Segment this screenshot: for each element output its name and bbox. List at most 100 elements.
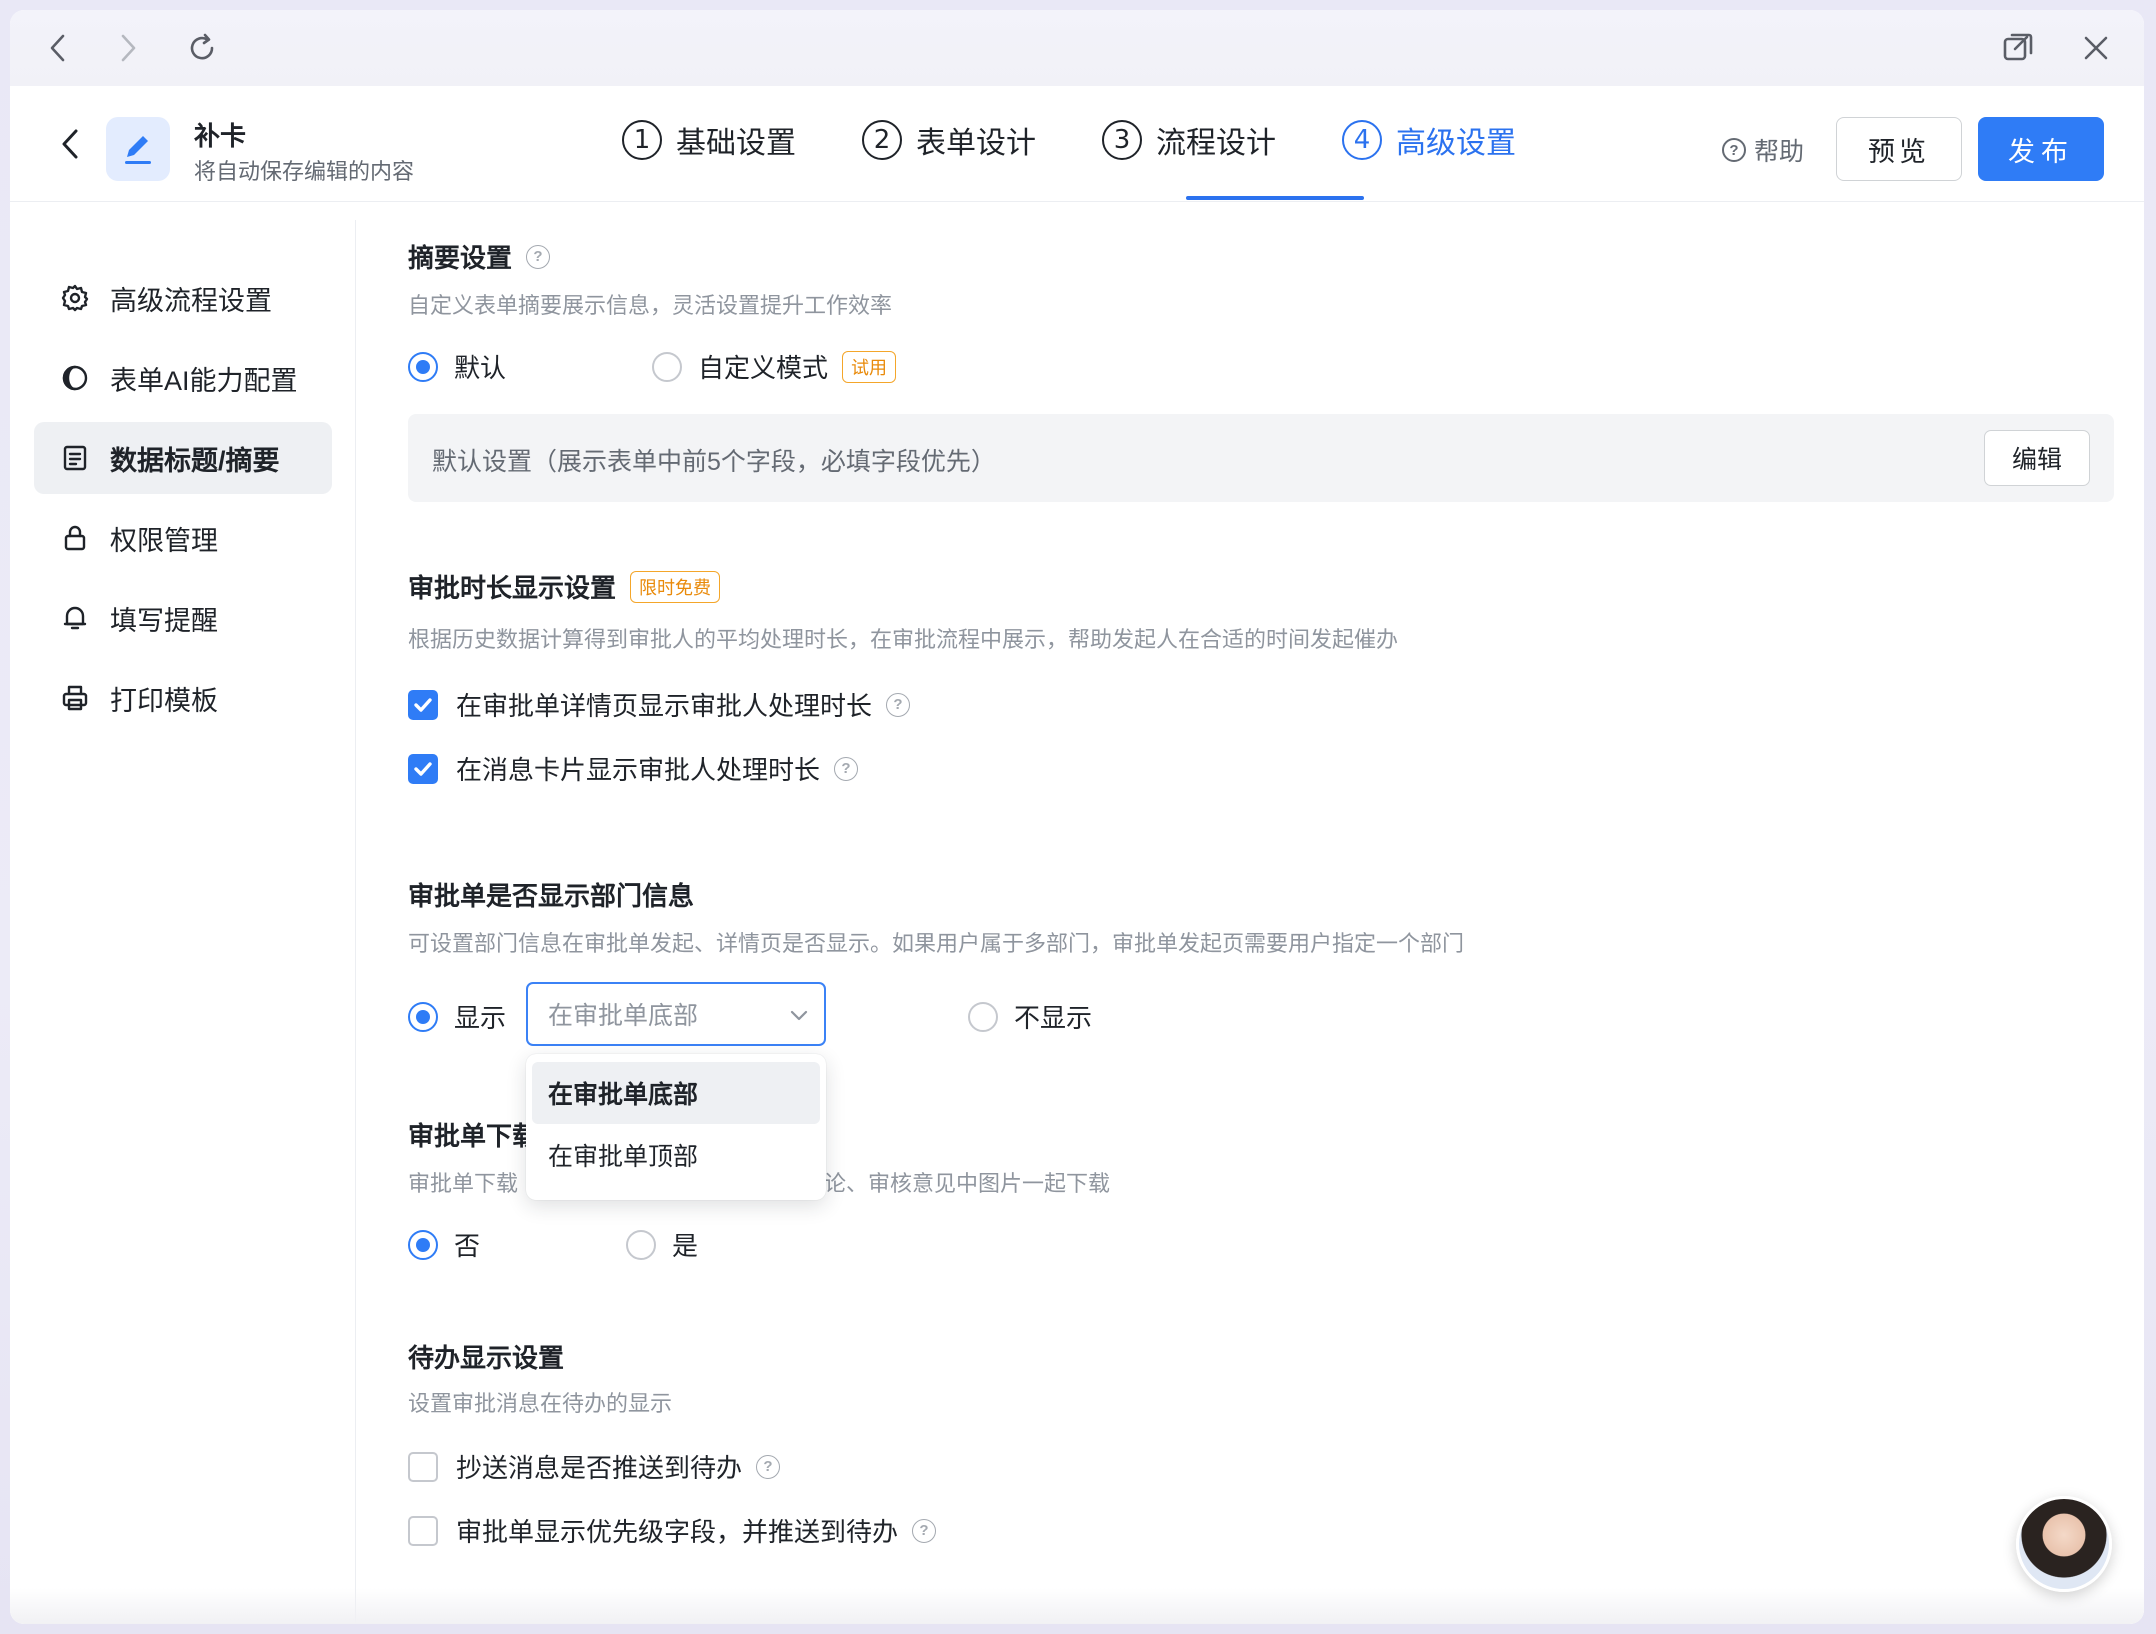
question-icon[interactable]: ? <box>912 1518 937 1543</box>
sidebar-item-advanced-process[interactable]: 高级流程设置 <box>34 262 332 334</box>
todo-section-title: 待办显示设置 <box>408 1338 564 1375</box>
checkbox-box <box>408 1515 438 1546</box>
sidebar-item-data-title-summary[interactable]: 数据标题/摘要 <box>34 422 332 494</box>
sidebar-item-label: 打印模板 <box>110 685 218 716</box>
close-icon[interactable] <box>2078 30 2114 66</box>
select-value: 在审批单底部 <box>548 1002 699 1030</box>
section-title-text: 审批单下载 <box>408 1121 539 1151</box>
radio-label: 自定义模式 <box>698 353 829 383</box>
settings-sidebar: 高级流程设置 表单AI能力配置 数据标题/摘要 权限管理 填写提醒 打印模板 <box>10 220 356 1624</box>
browser-forward-icon[interactable] <box>110 30 146 66</box>
checkbox-label: 审批单显示优先级字段，并推送到待办 <box>456 1517 899 1547</box>
sidebar-item-fill-reminder[interactable]: 填写提醒 <box>34 582 332 654</box>
browser-toolbar <box>10 10 2144 86</box>
section-title-text: 审批单是否显示部门信息 <box>408 881 695 911</box>
summary-custom-radio[interactable]: 自定义模式 试用 <box>652 348 897 385</box>
radio-dot <box>652 351 682 382</box>
radio-dot <box>408 1001 438 1032</box>
tab-advanced-settings[interactable]: 4 高级设置 <box>1342 118 1516 162</box>
form-edit-icon <box>106 117 170 181</box>
summary-section-title: 摘要设置 ? <box>408 238 551 275</box>
document-icon <box>60 443 90 473</box>
edit-button[interactable]: 编辑 <box>1984 430 2090 486</box>
todo-section-desc: 设置审批消息在待办的显示 <box>408 1391 673 1416</box>
chevron-down-icon <box>788 1004 810 1033</box>
sidebar-item-label: 高级流程设置 <box>110 285 272 316</box>
open-external-icon[interactable] <box>2000 30 2036 66</box>
step-label: 高级设置 <box>1396 127 1516 160</box>
radio-label: 否 <box>454 1231 481 1261</box>
sidebar-item-print-template[interactable]: 打印模板 <box>34 662 332 734</box>
question-icon[interactable]: ? <box>834 756 859 781</box>
step-label: 基础设置 <box>676 127 796 160</box>
question-icon[interactable]: ? <box>526 244 551 269</box>
app-window: 补卡 将自动保存编辑的内容 1 基础设置 2 表单设计 3 流程设计 4 高级设… <box>10 10 2144 1624</box>
bell-icon <box>60 603 90 633</box>
step-number: 2 <box>862 120 902 160</box>
department-section-desc: 可设置部门信息在审批单发起、详情页是否显示。如果用户属于多部门，审批单发起页需要… <box>408 931 1465 956</box>
settings-panel: 摘要设置 ? 自定义表单摘要展示信息，灵活设置提升工作效率 默认 自定义模式 试… <box>398 220 2118 1624</box>
tab-form-design[interactable]: 2 表单设计 <box>862 118 1036 162</box>
browser-back-icon[interactable] <box>40 30 76 66</box>
duration-section-title: 审批时长显示设置 限时免费 <box>408 568 721 605</box>
question-icon[interactable]: ? <box>886 692 911 717</box>
duration-section-desc: 根据历史数据计算得到审批人的平均处理时长，在审批流程中展示，帮助发起人在合适的时… <box>408 627 1399 652</box>
gear-icon <box>60 283 90 313</box>
radio-label: 不显示 <box>1014 1003 1093 1033</box>
checkbox-label: 在消息卡片显示审批人处理时长 <box>456 755 821 785</box>
department-section-title: 审批单是否显示部门信息 <box>408 876 694 913</box>
section-title-text: 摘要设置 <box>408 243 513 273</box>
step-label: 流程设计 <box>1156 127 1276 160</box>
download-section-desc-right: 论、审核意见中图片一起下载 <box>824 1171 1111 1196</box>
lock-icon <box>60 523 90 553</box>
department-show-radio[interactable]: 显示 <box>408 998 506 1035</box>
tab-process-design[interactable]: 3 流程设计 <box>1102 118 1276 162</box>
priority-field-checkbox[interactable]: 审批单显示优先级字段，并推送到待办 ? <box>408 1512 937 1549</box>
sidebar-item-label: 填写提醒 <box>110 605 218 636</box>
app-header: 补卡 将自动保存编辑的内容 1 基础设置 2 表单设计 3 流程设计 4 高级设… <box>10 86 2144 202</box>
app-title: 补卡 <box>194 121 247 151</box>
cc-push-todo-checkbox[interactable]: 抄送消息是否推送到待办 ? <box>408 1448 781 1485</box>
trial-badge: 试用 <box>842 350 897 383</box>
radio-dot <box>408 351 438 382</box>
checkbox-label: 抄送消息是否推送到待办 <box>456 1453 743 1483</box>
checkbox-box <box>408 1451 438 1482</box>
sidebar-item-ai-config[interactable]: 表单AI能力配置 <box>34 342 332 414</box>
preview-button[interactable]: 预览 <box>1836 117 1962 181</box>
summary-default-radio[interactable]: 默认 <box>408 348 506 385</box>
sidebar-item-label: 表单AI能力配置 <box>110 365 298 396</box>
checkbox-box <box>408 753 438 784</box>
radio-dot <box>626 1229 656 1260</box>
printer-icon <box>60 683 90 713</box>
radio-label: 默认 <box>454 353 507 383</box>
bottom-fade <box>10 1588 2144 1624</box>
browser-refresh-icon[interactable] <box>184 30 220 66</box>
assistant-avatar[interactable] <box>2016 1496 2112 1592</box>
department-hide-radio[interactable]: 不显示 <box>968 998 1092 1035</box>
checkbox-box <box>408 689 438 720</box>
sidebar-item-permissions[interactable]: 权限管理 <box>34 502 332 574</box>
dropdown-option-top[interactable]: 在审批单顶部 <box>532 1124 820 1186</box>
step-number: 1 <box>622 120 662 160</box>
section-title-text: 审批时长显示设置 <box>408 573 617 603</box>
question-icon[interactable]: ? <box>756 1454 781 1479</box>
message-card-duration-checkbox[interactable]: 在消息卡片显示审批人处理时长 ? <box>408 750 859 787</box>
download-section-desc-left: 审批单下载 <box>408 1171 519 1196</box>
download-yes-radio[interactable]: 是 <box>626 1226 698 1263</box>
back-arrow-icon[interactable] <box>52 126 88 162</box>
radio-dot <box>408 1229 438 1260</box>
publish-button[interactable]: 发布 <box>1978 117 2104 181</box>
department-position-select[interactable]: 在审批单底部 <box>526 982 826 1046</box>
radio-label: 是 <box>672 1231 699 1261</box>
step-label: 表单设计 <box>916 127 1036 160</box>
step-number: 4 <box>1342 120 1382 160</box>
help-icon: ? <box>1722 138 1746 162</box>
help-link[interactable]: ? 帮助 <box>1722 132 1804 168</box>
detail-page-duration-checkbox[interactable]: 在审批单详情页显示审批人处理时长 ? <box>408 686 911 723</box>
limited-free-badge: 限时免费 <box>630 570 721 603</box>
dropdown-option-bottom[interactable]: 在审批单底部 <box>532 1062 820 1124</box>
download-no-radio[interactable]: 否 <box>408 1226 480 1263</box>
autosave-hint: 将自动保存编辑的内容 <box>194 159 415 184</box>
summary-default-box: 默认设置（展示表单中前5个字段，必填字段优先） 编辑 <box>408 414 2114 502</box>
tab-basic-settings[interactable]: 1 基础设置 <box>622 118 796 162</box>
